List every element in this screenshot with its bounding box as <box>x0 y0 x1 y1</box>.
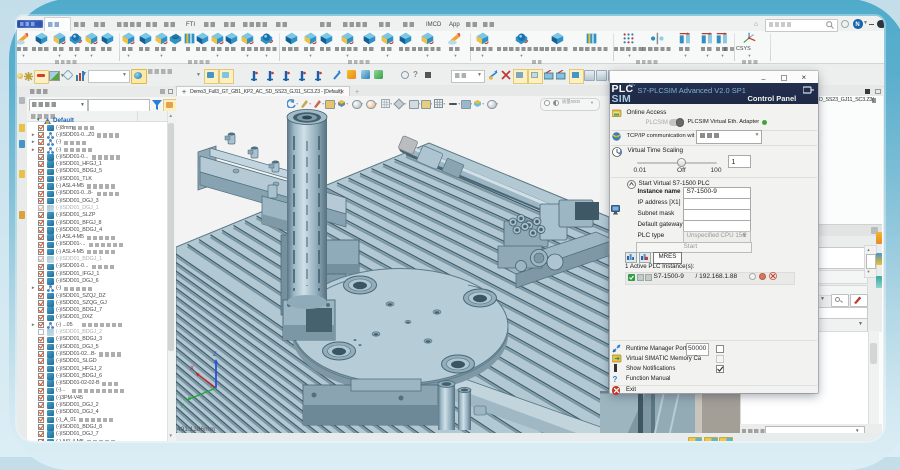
svg-text:Z: Z <box>213 352 217 358</box>
svg-text:X: X <box>190 366 194 372</box>
svg-text:491.1386mm: 491.1386mm <box>177 426 215 433</box>
svg-text:Y: Y <box>180 404 184 410</box>
